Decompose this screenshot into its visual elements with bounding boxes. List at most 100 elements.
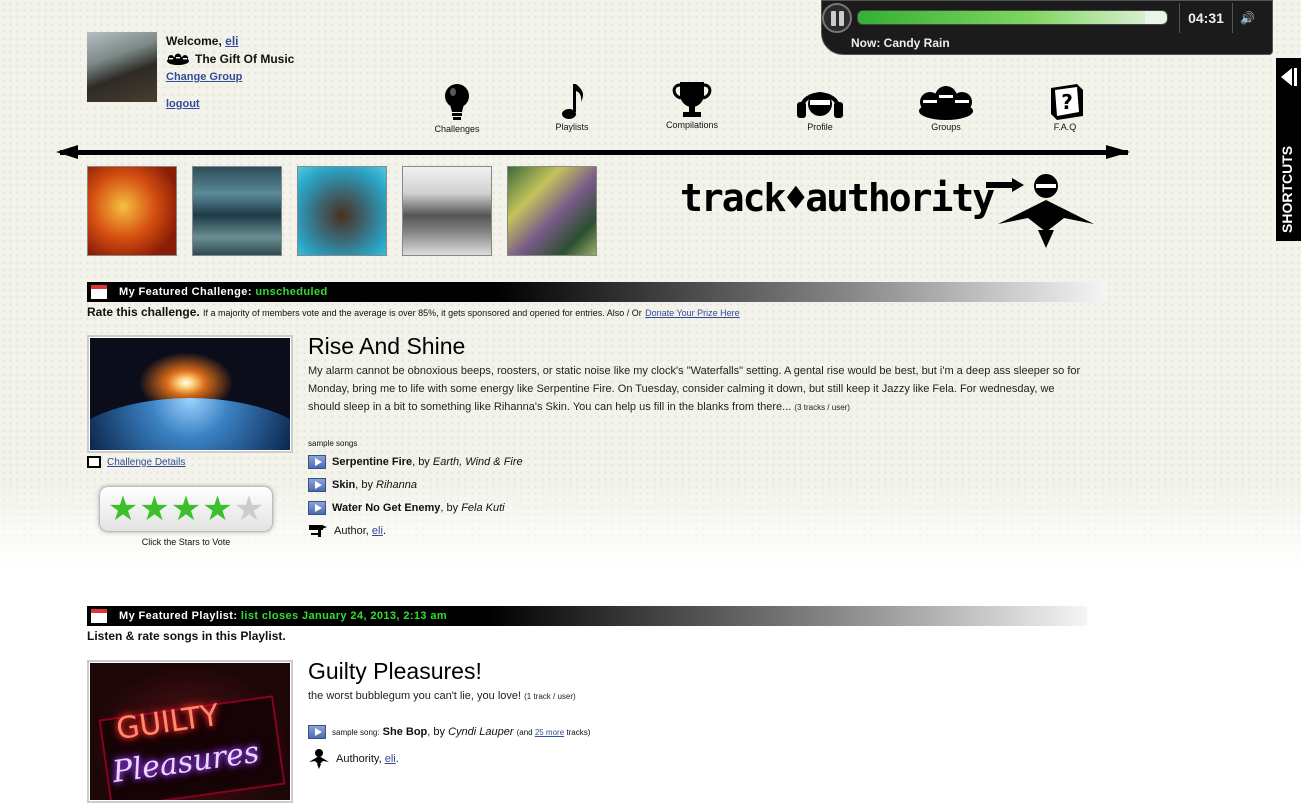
- arrow-right-icon: [1106, 145, 1130, 159]
- nav-profile[interactable]: Profile: [780, 82, 860, 132]
- calendar-icon: [91, 285, 107, 299]
- challenge-subtitle: Rate this challenge. If a majority of me…: [87, 305, 740, 319]
- album-cover[interactable]: [297, 166, 387, 256]
- pause-icon[interactable]: [822, 3, 852, 33]
- song-by: , by: [440, 502, 462, 514]
- song-title: Water No Get Enemy: [332, 502, 441, 514]
- playlist-description-text: the worst bubblegum you can't lie, you l…: [308, 690, 522, 702]
- star-icon[interactable]: ★: [234, 492, 264, 526]
- playlist-per-user: (1 track / user): [524, 692, 576, 701]
- nav-faq[interactable]: ? F.A.Q: [1025, 80, 1105, 132]
- avatar[interactable]: [87, 32, 157, 102]
- speaker-icon[interactable]: 🔊: [1240, 11, 1255, 25]
- challenge-status: unscheduled: [255, 286, 328, 298]
- play-icon[interactable]: [308, 501, 326, 515]
- song-artist: Cyndi Lauper: [448, 726, 514, 738]
- welcome-label: Welcome,: [166, 34, 226, 48]
- playlist-title[interactable]: Guilty Pleasures!: [308, 658, 482, 685]
- sample-label: sample songs: [308, 439, 358, 448]
- song-by: , by: [355, 479, 377, 491]
- lightbulb-icon: [445, 84, 469, 120]
- vote-label: Click the Stars to Vote: [141, 537, 231, 547]
- shortcuts-tab[interactable]: SHORTCUTS: [1276, 58, 1301, 241]
- challenge-title[interactable]: Rise And Shine: [308, 333, 465, 360]
- playlist-bar: My Featured Playlist: list closes Januar…: [87, 606, 1087, 626]
- group-icon: [167, 53, 189, 65]
- author-icon: [309, 525, 327, 537]
- bar-icon: [1294, 68, 1297, 86]
- challenge-thumbnail[interactable]: [87, 335, 293, 453]
- brand-logo: track♦authority: [680, 176, 995, 220]
- progress-bar[interactable]: [857, 10, 1168, 25]
- star-icon[interactable]: ★: [139, 492, 169, 526]
- star-rating[interactable]: ★ ★ ★ ★ ★: [99, 486, 273, 532]
- playlist-authority: Authority, eli.: [308, 749, 399, 769]
- now-playing: Now: Candy Rain: [851, 36, 950, 50]
- play-icon[interactable]: [308, 725, 326, 739]
- song-artist: Rihanna: [376, 479, 418, 491]
- more-post: tracks): [564, 728, 591, 737]
- song-by: , by: [427, 726, 449, 738]
- authority-label: Authority,: [336, 753, 385, 765]
- nav-playlists[interactable]: Playlists: [532, 82, 612, 132]
- music-player: 04:31 🔊 Now: Candy Rain: [821, 0, 1273, 55]
- challenge-description-text: My alarm cannot be obnoxious beeps, roos…: [308, 365, 1081, 413]
- play-icon[interactable]: [308, 478, 326, 492]
- sample-song[interactable]: sample song: She Bop, by Cyndi Lauper (a…: [308, 725, 590, 739]
- divider-arrow: [60, 150, 1128, 155]
- calendar-icon: [91, 609, 107, 623]
- challenge-details-link[interactable]: Challenge Details: [107, 457, 185, 468]
- nav-label: Challenges: [434, 124, 480, 134]
- sample-song[interactable]: Water No Get Enemy, by Fela Kuti: [308, 501, 505, 515]
- album-cover[interactable]: [87, 166, 177, 256]
- star-icon[interactable]: ★: [171, 492, 201, 526]
- change-group-link[interactable]: Change Group: [166, 71, 242, 83]
- mascot-logo-icon: [986, 174, 1094, 248]
- sample-song[interactable]: Serpentine Fire, by Earth, Wind & Fire: [308, 455, 523, 469]
- logout-link[interactable]: logout: [166, 98, 200, 110]
- more-pre: (and: [516, 728, 535, 737]
- donate-link[interactable]: Donate Your Prize Here: [645, 308, 740, 318]
- nav-challenges[interactable]: Challenges: [417, 82, 497, 134]
- more-tracks-link[interactable]: 25 more: [535, 728, 564, 737]
- challenge-subtitle-small: If a majority of members vote and the av…: [203, 308, 642, 318]
- music-note-icon: [562, 84, 584, 119]
- user-name-link[interactable]: eli: [225, 34, 238, 48]
- star-icon[interactable]: ★: [202, 492, 232, 526]
- album-cover[interactable]: [402, 166, 492, 256]
- song-artist: Earth, Wind & Fire: [432, 456, 523, 468]
- sample-label: sample song:: [332, 728, 380, 737]
- group-icon: [919, 86, 973, 120]
- arrow-left-icon: [56, 145, 78, 159]
- mascot-logo-icon: [309, 749, 329, 769]
- challenge-details[interactable]: Challenge Details: [87, 456, 185, 468]
- trophy-icon: [672, 82, 712, 117]
- playlist-thumbnail[interactable]: GUILTY Pleasures: [87, 660, 293, 803]
- playlist-description: the worst bubblegum you can't lie, you l…: [308, 687, 576, 706]
- playlist-subtitle: Listen & rate songs in this Playlist.: [87, 629, 286, 643]
- nav-label: Compilations: [665, 120, 719, 130]
- challenge-bar: My Featured Challenge: unscheduled: [87, 282, 1107, 302]
- nav-label: F.A.Q: [1053, 122, 1077, 132]
- star-icon[interactable]: ★: [108, 492, 138, 526]
- question-box-icon: ?: [1051, 84, 1083, 120]
- sample-song[interactable]: Skin, by Rihanna: [308, 478, 417, 492]
- author-link[interactable]: eli: [372, 525, 383, 537]
- song-title: Serpentine Fire: [332, 456, 413, 468]
- nav-compilations[interactable]: Compilations: [652, 80, 732, 130]
- group-label: The Gift Of Music: [195, 52, 295, 66]
- playlist-bar-label: My Featured Playlist:: [119, 610, 238, 622]
- authority-link[interactable]: eli: [385, 753, 396, 765]
- shortcuts-label: SHORTCUTS: [1279, 145, 1295, 233]
- nav-label: Playlists: [555, 122, 589, 132]
- book-icon: [87, 456, 101, 468]
- nav-groups[interactable]: Groups: [906, 82, 986, 132]
- play-icon[interactable]: [308, 455, 326, 469]
- album-cover[interactable]: [507, 166, 597, 256]
- nav-label: Groups: [931, 122, 961, 132]
- challenge-subtitle-text: Rate this challenge.: [87, 305, 200, 319]
- album-cover[interactable]: [192, 166, 282, 256]
- nav-label: Profile: [807, 122, 833, 132]
- challenge-author: Author, eli.: [308, 524, 386, 538]
- author-label: Author,: [334, 525, 372, 537]
